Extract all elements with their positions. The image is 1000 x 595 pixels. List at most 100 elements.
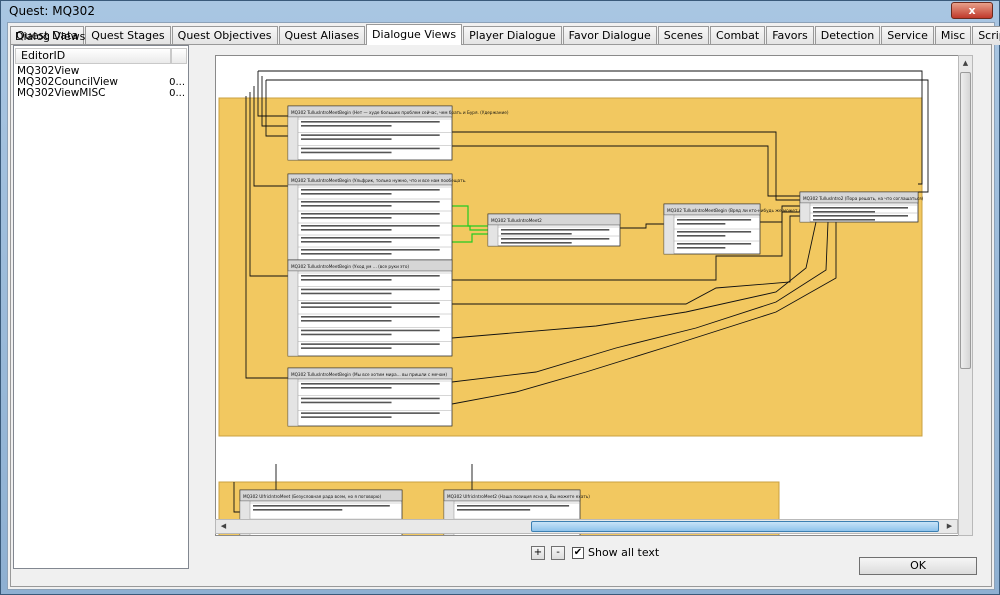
node-title: MQ302 TullusIntro2 (Пора решать, на что … [803, 196, 924, 201]
node-sidebar [287, 270, 299, 357]
node-text-line [301, 288, 440, 291]
list-item-id: MQ302ViewMISC [17, 87, 106, 99]
node-text-line [301, 253, 392, 255]
node-box [287, 259, 453, 357]
node-text-line [301, 193, 392, 195]
node-text-line [301, 213, 440, 215]
node-text-line [301, 292, 392, 295]
node-title: MQ302 TullusIntroMeet2 [491, 218, 542, 223]
tab-combat[interactable]: Combat [710, 26, 766, 45]
node-text-line [301, 134, 440, 136]
zoom-in-button[interactable]: + [531, 546, 545, 560]
dialogue-node[interactable]: MQ302 TullusIntroMeetBegin (Уход ум ... … [287, 259, 453, 357]
node-text-line [301, 329, 440, 332]
dialogue-node[interactable]: MQ302 TullusIntroMeetBegin (Мы все хотим… [287, 367, 453, 427]
ok-button[interactable]: OK [859, 557, 977, 575]
node-text-line [253, 505, 390, 507]
dialogue-node[interactable]: MQ302 TullusIntro2 (Пора решать, на что … [799, 191, 924, 223]
scroll-left-icon[interactable]: ◀ [216, 520, 231, 533]
list-header: EditorID [15, 48, 187, 64]
node-text-line [501, 229, 610, 231]
node-text-line [301, 279, 392, 281]
node-sidebar [799, 202, 811, 223]
node-text-line [677, 235, 726, 237]
node-text-line [301, 306, 392, 308]
tab-service[interactable]: Service [881, 26, 934, 45]
node-text-line [301, 121, 440, 123]
tab-quest-aliases[interactable]: Quest Aliases [278, 26, 366, 45]
node-sidebar [287, 184, 299, 261]
list-rows: MQ302View MQ302CouncilView 0... MQ302ViewMI… [17, 66, 187, 100]
dialogue-graph[interactable]: MQ302 TullusIntroMeetBegin (Нет — худе б… [216, 56, 960, 536]
dialog-views-list[interactable]: EditorID MQ302View MQ302CouncilView 0... MQ… [13, 45, 189, 569]
node-title: MQ302 UlfricIntroMeet (Безусловная рада … [243, 494, 381, 499]
dialogue-graph-canvas[interactable]: MQ302 TullusIntroMeetBegin (Нет — худе б… [215, 55, 960, 536]
dialogue-node[interactable]: MQ302 TullusIntroMeet2 [487, 213, 621, 247]
scroll-up-icon[interactable]: ▲ [959, 56, 972, 71]
node-text-line [301, 189, 440, 191]
node-text-line [301, 401, 392, 404]
node-text-line [301, 201, 440, 203]
list-item[interactable]: MQ302ViewMISC 0... [17, 87, 187, 100]
node-text-line [301, 241, 392, 243]
tab-favors[interactable]: Favors [766, 26, 814, 45]
vertical-scroll-thumb[interactable] [960, 72, 971, 369]
node-text-line [301, 151, 392, 154]
node-text-line [253, 509, 343, 511]
node-text-line [301, 333, 392, 336]
node-text-line [677, 219, 752, 221]
tab-player-dialogue[interactable]: Player Dialogue [463, 26, 562, 45]
node-text-line [501, 238, 610, 240]
node-text-line [813, 215, 908, 217]
tab-detection[interactable]: Detection [814, 26, 881, 45]
node-text-line [301, 225, 440, 227]
node-text-line [301, 412, 440, 414]
show-all-text-checkbox[interactable]: ✔ [572, 547, 584, 559]
value-column-header[interactable] [171, 48, 187, 64]
editorid-column-header[interactable]: EditorID [15, 48, 171, 64]
zoom-out-button[interactable]: - [551, 546, 565, 560]
close-button[interactable]: x [951, 2, 993, 19]
list-item-value: 0... [169, 88, 185, 99]
node-text-line [813, 219, 875, 221]
node-sidebar [287, 116, 299, 161]
node-text-line [301, 383, 440, 385]
node-text-line [301, 205, 392, 207]
node-text-line [457, 505, 570, 507]
node-text-line [301, 316, 440, 318]
tab-scripts[interactable]: Scripts [972, 26, 1000, 45]
quest-window: Quest: MQ302 x Quest Data Quest Stages Que… [0, 0, 1000, 595]
node-text-line [301, 229, 392, 231]
window-title: Quest: MQ302 [9, 4, 95, 18]
dialogue-node[interactable]: MQ302 TullusIntroMeetBegin (Ульфрик, тол… [287, 173, 466, 261]
node-text-line [301, 320, 392, 322]
vertical-scrollbar[interactable]: ▲ [958, 55, 973, 536]
node-text-line [677, 231, 752, 233]
node-title: MQ302 TullusIntroMeetBegin (Ульфрик, тол… [291, 178, 466, 183]
node-text-line [301, 275, 440, 277]
tab-dialogue-views[interactable]: Dialogue Views [366, 24, 463, 45]
scroll-right-icon[interactable]: ▶ [942, 520, 957, 533]
tab-quest-objectives[interactable]: Quest Objectives [171, 26, 278, 45]
tab-scenes[interactable]: Scenes [657, 26, 710, 45]
horizontal-scrollbar[interactable]: ◀ ▶ [215, 519, 958, 534]
title-bar[interactable]: Quest: MQ302 x [1, 1, 999, 21]
node-text-line [457, 509, 531, 511]
tab-favor-dialogue[interactable]: Favor Dialogue [562, 26, 657, 45]
tab-misc[interactable]: Misc [934, 26, 972, 45]
node-text-line [501, 242, 572, 244]
tab-quest-stages[interactable]: Quest Stages [85, 26, 171, 45]
horizontal-scroll-thumb[interactable] [531, 521, 939, 532]
dialog-views-label: Dialog Views [15, 30, 86, 43]
node-text-line [301, 302, 440, 304]
node-text-line [677, 247, 726, 249]
node-text-line [301, 237, 440, 239]
node-text-line [301, 217, 392, 219]
node-text-line [813, 207, 908, 209]
node-text-line [301, 147, 440, 150]
node-text-line [501, 233, 572, 235]
node-text-line [301, 347, 392, 349]
node-title: MQ302 TullusIntroMeetBegin (Мы все хотим… [291, 372, 447, 377]
node-text-line [301, 125, 392, 127]
node-text-line [677, 243, 752, 245]
